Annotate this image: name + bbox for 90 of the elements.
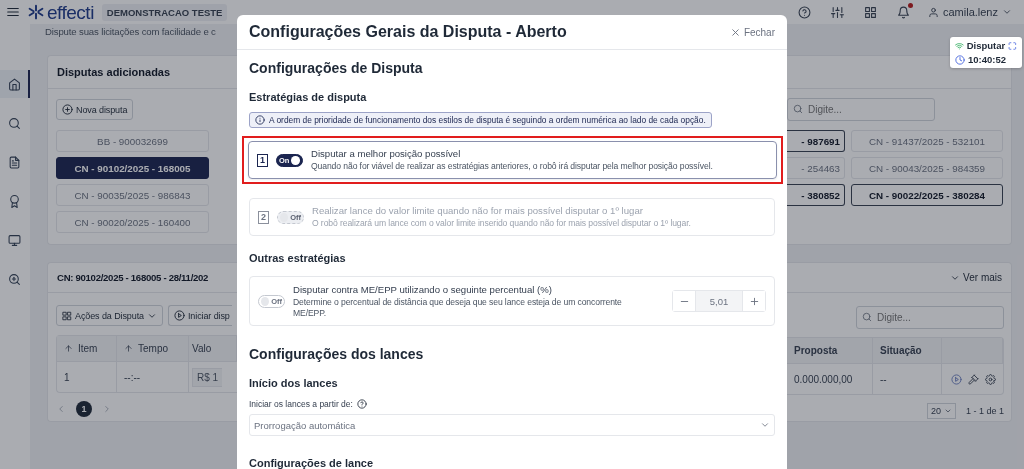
company-name: DEMONSTRACAO TESTE bbox=[101, 3, 228, 21]
subsection-heading: Estratégias de disputa bbox=[249, 90, 368, 104]
start-select[interactable]: Prorrogação automática bbox=[249, 414, 775, 436]
help-icon[interactable] bbox=[797, 5, 811, 19]
dispute-item[interactable]: CN - 90035/2025 - 986843 bbox=[56, 184, 209, 206]
dispute-item[interactable]: - 987691 bbox=[787, 130, 845, 152]
home-icon bbox=[7, 77, 21, 91]
apps-icon[interactable] bbox=[863, 5, 877, 19]
column-header[interactable]: Proposta bbox=[787, 338, 873, 364]
play-icon[interactable] bbox=[951, 373, 962, 385]
notifications-icon[interactable] bbox=[896, 5, 910, 19]
search-icon bbox=[7, 116, 21, 130]
dispute-item[interactable]: CN - 90020/2025 - 160400 bbox=[56, 211, 209, 233]
subsection-heading: Outras estratégias bbox=[249, 251, 347, 265]
table-cell: 0.000.000,00 bbox=[794, 373, 853, 385]
dialog-title: Configurações Gerais da Disputa - Aberto bbox=[249, 23, 567, 41]
info-icon bbox=[255, 115, 265, 125]
sort-icon bbox=[124, 344, 133, 353]
search-icon bbox=[862, 312, 872, 322]
strategy-title: Disputar a melhor posição possível bbox=[311, 148, 462, 159]
settings-icon[interactable] bbox=[985, 373, 996, 385]
gavel-icon[interactable] bbox=[968, 373, 979, 385]
subsection-heading: Configurações de lance bbox=[249, 456, 375, 469]
status-label: Disputar bbox=[966, 40, 1006, 51]
section-heading: Configurações dos lances bbox=[249, 345, 425, 363]
close-icon bbox=[729, 26, 741, 38]
strategy-description: Determine o percentual de distância que deseja que seu lance esteja de um concorrente ME/EPP. bbox=[293, 296, 623, 319]
plus-icon bbox=[62, 104, 73, 115]
menu-icon[interactable] bbox=[6, 5, 20, 19]
play-icon bbox=[173, 310, 185, 321]
logo-text: effecti bbox=[47, 2, 94, 22]
strategy-description: O robô realizará um lance com o valor limite inserido quando não for mais possível disputar o 1º lugar. bbox=[312, 218, 692, 229]
document-icon bbox=[7, 155, 21, 169]
strategy-description: Quando não for viável de realizar as estratégias anteriores, o robô irá disputar pela melhor posição possível. bbox=[311, 161, 714, 172]
wifi-icon bbox=[955, 40, 964, 51]
table-cell: 1 bbox=[64, 371, 70, 383]
user-menu[interactable]: camila.lenz bbox=[927, 6, 1012, 18]
column-header[interactable]: Valo bbox=[189, 336, 237, 362]
sidebar-item[interactable] bbox=[0, 70, 30, 98]
zoom-icon bbox=[7, 272, 21, 286]
monitor-icon bbox=[7, 233, 21, 247]
panel-title: Disputas adicionadas bbox=[57, 66, 171, 78]
logo-icon bbox=[28, 4, 44, 20]
page-range: 1 - 1 de 1 bbox=[965, 406, 1004, 416]
dispute-item[interactable]: CN - 91437/2025 - 532101 bbox=[851, 130, 1003, 152]
subsection-heading: Início dos lances bbox=[249, 376, 339, 390]
dispute-item[interactable]: CN - 90022/2025 - 380284 bbox=[851, 184, 1003, 206]
chevron-icon bbox=[943, 407, 952, 415]
new-dispute-button[interactable]: Nova disputa bbox=[56, 99, 134, 120]
grid-icon bbox=[62, 310, 72, 321]
panel-title: CN: 90102/2025 - 168005 - 28/11/202 bbox=[57, 272, 209, 283]
dispute-item[interactable]: - 254463 bbox=[787, 157, 845, 179]
sliders-icon[interactable] bbox=[830, 5, 844, 19]
search-field[interactable]: Digite... bbox=[856, 306, 1004, 329]
page-size-select[interactable]: 20 bbox=[926, 403, 956, 419]
strategy-title: Disputar contra ME/EPP utilizando o seguinte percentual (%) bbox=[293, 283, 553, 295]
table-cell: -- bbox=[880, 373, 887, 385]
actions-button[interactable]: Ações da Disputa bbox=[56, 305, 163, 326]
section-heading: Configurações de Disputa bbox=[249, 59, 424, 77]
priority-number: 2 bbox=[258, 210, 269, 224]
expand-icon[interactable] bbox=[1008, 40, 1017, 51]
chevron-icon bbox=[760, 420, 770, 430]
table-cell: --:-- bbox=[124, 371, 141, 383]
help-icon[interactable] bbox=[356, 399, 367, 409]
see-more-link[interactable]: Ver mais bbox=[950, 272, 1002, 283]
page-button[interactable]: 1 bbox=[76, 401, 92, 417]
trophy-icon bbox=[7, 194, 21, 208]
dispute-item[interactable]: BB - 900032699 bbox=[56, 130, 209, 152]
field-label: Iniciar os lances a partir de: bbox=[249, 399, 353, 409]
strategy-title: Realizar lance do valor limite quando não for mais possível disputar o 1º lugar bbox=[312, 205, 644, 216]
dispute-item[interactable]: CN - 90043/2025 - 984359 bbox=[851, 157, 1003, 179]
value-field[interactable]: R$ 1 bbox=[192, 367, 223, 387]
dispute-item[interactable]: - 380852 bbox=[787, 184, 845, 206]
column-header[interactable]: Item bbox=[57, 336, 117, 362]
search-field[interactable]: Digite... bbox=[787, 98, 935, 121]
dispute-item[interactable]: CN - 90102/2025 - 168005 bbox=[56, 157, 209, 179]
clock-time: 10:40:52 bbox=[968, 54, 1007, 65]
clock-icon bbox=[955, 54, 965, 65]
priority-number: 1 bbox=[257, 153, 268, 167]
close-button[interactable]: Fechar bbox=[729, 26, 775, 38]
page-subtitle: Dispute suas licitações com facilidade e c bbox=[45, 25, 217, 39]
user-icon bbox=[927, 6, 939, 18]
search-icon bbox=[793, 104, 803, 114]
plus-icon bbox=[748, 295, 760, 307]
column-header[interactable]: Tempo bbox=[117, 336, 189, 362]
chevron-icon bbox=[1002, 7, 1012, 17]
start-button[interactable]: Iniciar disp bbox=[167, 305, 232, 326]
info-text: A ordem de prioridade de funcionamento dos estilos de disputa é seguindo a ordem numérica ao lado de cada opção. bbox=[269, 115, 706, 125]
column-header[interactable]: Situação bbox=[873, 338, 942, 364]
sort-icon bbox=[64, 344, 73, 353]
